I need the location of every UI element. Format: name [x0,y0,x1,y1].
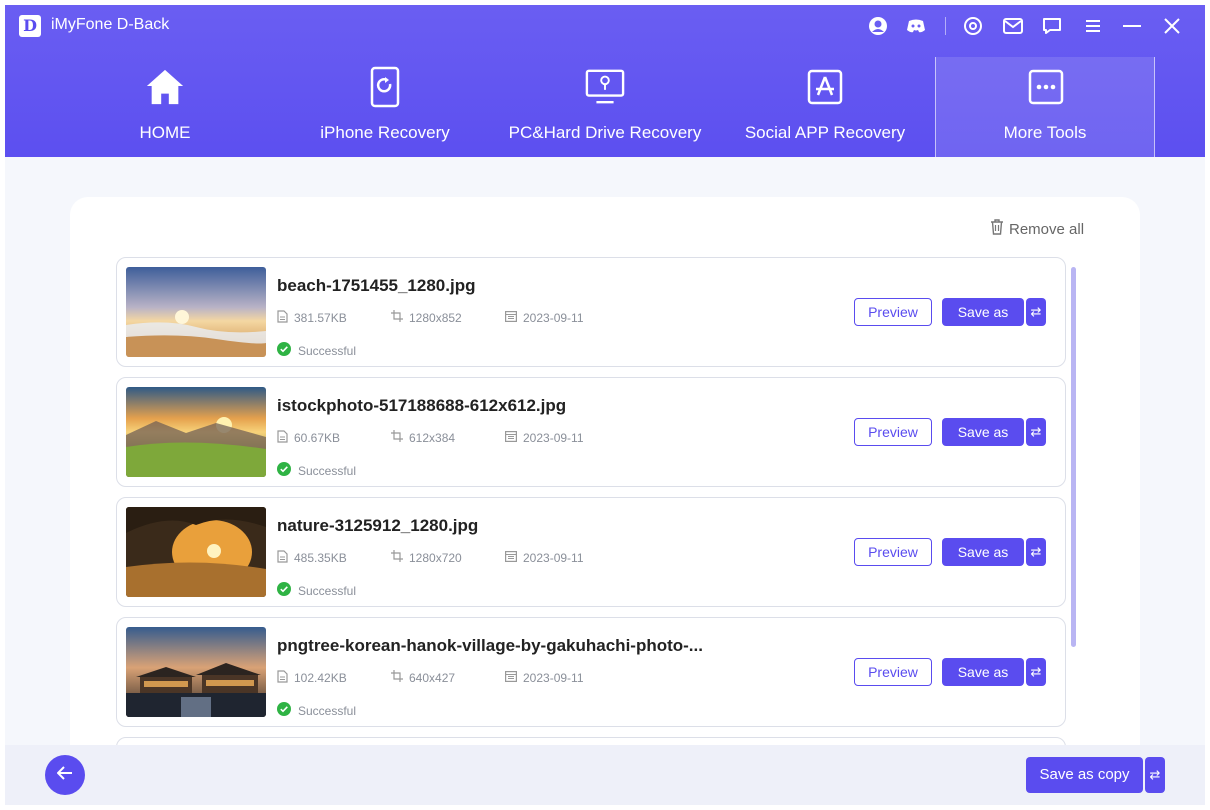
file-date: 2023-09-11 [505,550,584,565]
file-date: 2023-09-11 [505,430,584,445]
file-size: 60.67KB [277,430,340,446]
calendar-icon [505,550,518,565]
file-date: 2023-09-11 [505,670,584,685]
save-as-button[interactable]: Save as [942,418,1024,446]
discord-icon[interactable] [905,15,927,37]
file-dimensions: 1280x852 [391,310,462,325]
nav-more-tools[interactable]: More Tools [935,57,1155,157]
list-scrollbar[interactable] [1071,267,1076,647]
nav-social-app-recovery[interactable]: Social APP Recovery [715,57,935,157]
file-size: 485.35KB [277,550,347,566]
file-icon [277,670,288,686]
menu-icon[interactable] [1082,15,1104,37]
nav-home[interactable]: HOME [55,57,275,157]
close-icon[interactable] [1161,15,1183,37]
success-check-icon [277,462,291,479]
app-window: D iMyFone D-Back HOME iPhone Recovery PC… [5,5,1205,805]
results-panel: Remove all beach-1751455_1280.jpg 381.57… [70,197,1140,805]
app-title: iMyFone D-Back [51,16,170,33]
nav-iphone-recovery[interactable]: iPhone Recovery [275,57,495,157]
file-name: istockphoto-517188688-612x612.jpg [277,396,567,415]
nav-pc-drive-recovery-label: PC&Hard Drive Recovery [508,123,702,142]
crop-icon [391,670,403,685]
file-date: 2023-09-11 [505,310,584,325]
file-dimensions: 640x427 [391,670,455,685]
recovery-status: Successful [277,342,356,359]
save-as-button[interactable]: Save as [942,538,1024,566]
remove-all-button[interactable]: Remove all [990,219,1084,239]
file-list: beach-1751455_1280.jpg 381.57KB 1280x852… [116,257,1068,757]
file-row: nature-3125912_1280.jpg 485.35KB 1280x72… [116,497,1066,607]
arrow-left-icon [56,765,73,785]
file-row: istockphoto-517188688-612x612.jpg 60.67K… [116,377,1066,487]
file-icon [277,550,288,566]
preview-button[interactable]: Preview [854,418,932,446]
calendar-icon [505,310,518,325]
recovery-status: Successful [277,462,356,479]
swap-icon[interactable]: ⇄ [1026,658,1046,686]
mail-icon[interactable] [1002,15,1024,37]
file-thumbnail [126,627,266,717]
calendar-icon [505,430,518,445]
file-row: beach-1751455_1280.jpg 381.57KB 1280x852… [116,257,1066,367]
swap-icon[interactable]: ⇄ [1026,418,1046,446]
swap-icon[interactable]: ⇄ [1145,757,1165,793]
success-check-icon [277,342,291,359]
file-name: nature-3125912_1280.jpg [277,516,479,535]
preview-button[interactable]: Preview [854,298,932,326]
title-bar: D iMyFone D-Back [5,5,1205,47]
app-logo: D [19,15,41,37]
file-name: beach-1751455_1280.jpg [277,276,476,295]
more-dots-icon [1026,67,1066,107]
preview-button[interactable]: Preview [854,538,932,566]
swap-icon[interactable]: ⇄ [1026,298,1046,326]
success-check-icon [277,702,291,719]
file-name: pngtree-korean-hanok-village-by-gakuhach… [277,636,703,655]
crop-icon [391,430,403,445]
iphone-recovery-icon [365,66,405,108]
file-thumbnail [126,507,266,597]
save-as-copy-button[interactable]: Save as copy [1026,757,1143,793]
chat-icon[interactable] [1041,15,1063,37]
file-thumbnail [126,387,266,477]
recovery-status: Successful [277,702,356,719]
nav-social-app-recovery-label: Social APP Recovery [744,123,906,142]
titlebar-divider [945,17,946,35]
file-dimensions: 612x384 [391,430,455,445]
target-icon[interactable] [962,15,984,37]
file-icon [277,310,288,326]
account-icon[interactable] [867,15,889,37]
trash-icon [990,219,1004,239]
minimize-icon[interactable] [1121,15,1143,37]
nav-more-tools-label: More Tools [1003,123,1087,142]
crop-icon [391,550,403,565]
save-as-button[interactable]: Save as [942,658,1024,686]
app-store-icon [805,67,845,107]
save-as-button[interactable]: Save as [942,298,1024,326]
file-thumbnail [126,267,266,357]
calendar-icon [505,670,518,685]
file-size: 102.42KB [277,670,347,686]
remove-all-label: Remove all [1009,220,1085,238]
footer-bar: Save as copy ⇄ [5,745,1205,805]
back-button[interactable] [45,755,85,795]
nav-home-label: HOME [139,123,191,142]
header: D iMyFone D-Back HOME iPhone Recovery PC… [5,5,1205,157]
pc-drive-icon [585,67,625,107]
success-check-icon [277,582,291,599]
crop-icon [391,310,403,325]
file-icon [277,430,288,446]
file-dimensions: 1280x720 [391,550,462,565]
main-nav: HOME iPhone Recovery PC&Hard Drive Recov… [5,57,1205,157]
nav-iphone-recovery-label: iPhone Recovery [320,123,450,142]
swap-icon[interactable]: ⇄ [1026,538,1046,566]
recovery-status: Successful [277,582,356,599]
nav-pc-drive-recovery[interactable]: PC&Hard Drive Recovery [495,57,715,157]
preview-button[interactable]: Preview [854,658,932,686]
file-size: 381.57KB [277,310,347,326]
file-row: pngtree-korean-hanok-village-by-gakuhach… [116,617,1066,727]
home-icon [145,67,185,107]
